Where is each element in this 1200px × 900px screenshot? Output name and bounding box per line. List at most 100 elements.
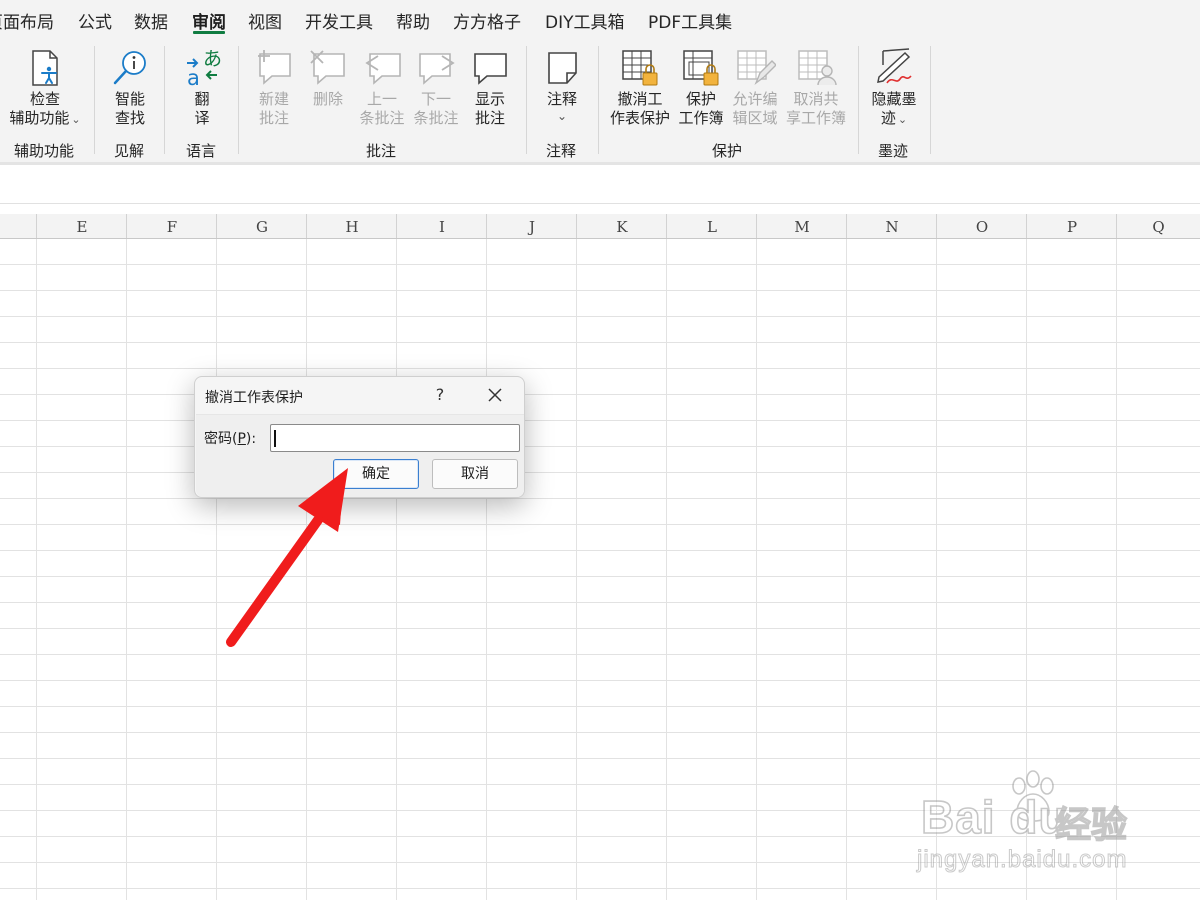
- grid-line: [306, 239, 307, 900]
- active-tab-underline: [193, 31, 225, 34]
- tab-fangfang[interactable]: 方方格子: [453, 8, 521, 33]
- group-insights-label: 见解: [114, 142, 145, 160]
- group-divider: [94, 46, 95, 154]
- new-comment-label-1: 新建: [258, 90, 289, 108]
- show-comments-button[interactable]: 显示 批注: [466, 46, 514, 128]
- protect-workbook-button[interactable]: 保护 工作簿: [676, 46, 726, 128]
- tab-help[interactable]: 帮助: [396, 8, 430, 33]
- smart-lookup-button[interactable]: 智能 查找: [104, 46, 156, 128]
- translate-icon: あ a: [180, 46, 224, 90]
- grid-line: [216, 239, 217, 900]
- watermark-brand: Bai du: [920, 790, 1068, 844]
- watermark-url: jingyan.baidu.com: [916, 846, 1128, 874]
- column-header-i[interactable]: I: [396, 214, 487, 238]
- smart-lookup-label-2: 查找: [114, 109, 145, 127]
- accessibility-icon: [23, 46, 67, 90]
- tab-page-layout[interactable]: 页面布局: [0, 8, 54, 33]
- group-notes-label: 注释: [546, 142, 577, 160]
- column-header-e[interactable]: E: [36, 214, 127, 238]
- next-comment-button[interactable]: 下一 条批注: [410, 46, 462, 128]
- allow-edit-ranges-label-1: 允许编: [732, 90, 778, 108]
- hide-ink-label-2: 迹: [880, 109, 896, 127]
- translate-button[interactable]: あ a 翻 译: [176, 46, 228, 128]
- column-header-n[interactable]: N: [846, 214, 937, 238]
- note-icon: [540, 46, 584, 90]
- cancel-button[interactable]: 取消: [432, 459, 518, 489]
- check-accessibility-button[interactable]: 检查 辅助功能 ⌄: [4, 46, 86, 129]
- password-label-prefix: 密码(: [204, 431, 238, 447]
- grid-line: [576, 239, 577, 900]
- group-comments-label: 批注: [366, 142, 397, 160]
- notes-label: 注释: [546, 90, 577, 108]
- hide-ink-button[interactable]: 隐藏墨 迹 ⌄: [866, 46, 922, 129]
- previous-comment-button[interactable]: 上一 条批注: [356, 46, 408, 128]
- unshare-workbook-button[interactable]: 取消共 享工作簿: [784, 46, 848, 128]
- column-header-o[interactable]: O: [936, 214, 1027, 238]
- grid-line: [666, 239, 667, 900]
- translate-icon-bottom-glyph: a: [187, 66, 200, 89]
- ribbon: 检查 辅助功能 ⌄ 辅助功能 智能 查找 见解 あ a 翻 译 语言 新建 批注…: [0, 38, 1200, 162]
- group-ink-label: 墨迹: [878, 142, 909, 160]
- column-header-j[interactable]: J: [486, 214, 577, 238]
- tab-data[interactable]: 数据: [134, 8, 168, 33]
- column-header-m[interactable]: M: [756, 214, 847, 238]
- notes-button[interactable]: 注释 ⌄: [538, 46, 586, 123]
- close-icon[interactable]: [485, 385, 505, 405]
- unprotect-sheet-label-2: 作表保护: [609, 109, 670, 127]
- edit-range-icon: [733, 46, 777, 90]
- tab-diy-toolbox[interactable]: DIY工具箱: [545, 8, 625, 33]
- grid-line: [396, 239, 397, 900]
- previous-comment-label-1: 上一: [366, 90, 397, 108]
- translate-label-2: 译: [194, 109, 210, 127]
- unprotect-sheet-button[interactable]: 撤消工 作表保护: [608, 46, 672, 128]
- delete-comment-button[interactable]: 删除: [304, 46, 352, 109]
- formula-bar-area: [0, 165, 1200, 204]
- group-protect-label: 保护: [712, 142, 743, 160]
- baidu-jingyan-watermark: Bai du 经验 jingyan.baidu.com: [905, 770, 1145, 880]
- allow-edit-ranges-button[interactable]: 允许编 辑区域: [728, 46, 782, 128]
- hide-ink-label-1: 隐藏墨: [871, 90, 917, 108]
- dialog-body: 密码(P): 确定 取消: [196, 414, 524, 497]
- column-header-f[interactable]: F: [126, 214, 217, 238]
- unprotect-sheet-label-1: 撤消工: [617, 90, 663, 108]
- sheet-lock-icon: [618, 46, 662, 90]
- ok-button[interactable]: 确定: [333, 459, 419, 489]
- new-comment-icon: [252, 46, 296, 90]
- password-input[interactable]: [270, 424, 520, 452]
- chevron-down-icon: ⌄: [897, 113, 908, 126]
- help-icon[interactable]: ?: [433, 385, 447, 404]
- group-divider: [164, 46, 165, 154]
- unshare-workbook-label-2: 享工作簿: [785, 109, 846, 127]
- check-accessibility-label-2: 辅助功能: [9, 109, 70, 127]
- column-header-k[interactable]: K: [576, 214, 667, 238]
- formula-bar-divider: [0, 203, 1200, 204]
- password-label-accesskey: P: [237, 431, 246, 447]
- tab-formulas[interactable]: 公式: [78, 8, 112, 33]
- chevron-down-icon: ⌄: [71, 113, 81, 126]
- translate-label-1: 翻: [194, 90, 210, 108]
- column-header-g[interactable]: G: [216, 214, 307, 238]
- column-header-l[interactable]: L: [666, 214, 757, 238]
- tab-review[interactable]: 审阅: [192, 8, 226, 33]
- tab-developer[interactable]: 开发工具: [305, 8, 373, 33]
- new-comment-button[interactable]: 新建 批注: [250, 46, 298, 128]
- grid-line: [756, 239, 757, 900]
- allow-edit-ranges-label-2: 辑区域: [732, 109, 778, 127]
- grid-line: [126, 239, 127, 900]
- next-comment-icon: [414, 46, 458, 90]
- password-label: 密码(P):: [204, 428, 256, 448]
- smart-lookup-label-1: 智能: [114, 90, 145, 108]
- column-header-h[interactable]: H: [306, 214, 397, 238]
- column-header-q[interactable]: Q: [1116, 214, 1200, 238]
- previous-comment-label-2: 条批注: [359, 109, 405, 127]
- tab-view[interactable]: 视图: [248, 8, 282, 33]
- tab-pdf-tools[interactable]: PDF工具集: [648, 8, 732, 33]
- column-header-row: E F G H I J K L M N O P Q: [0, 214, 1200, 239]
- comment-icon: [468, 46, 512, 90]
- column-header-p[interactable]: P: [1026, 214, 1117, 238]
- chevron-down-icon: ⌄: [556, 109, 568, 123]
- grid-line: [36, 239, 37, 900]
- check-accessibility-label-1: 检查: [29, 90, 60, 108]
- protect-workbook-label-2: 工作簿: [678, 109, 724, 127]
- dialog-title: 撤消工作表保护: [205, 390, 303, 406]
